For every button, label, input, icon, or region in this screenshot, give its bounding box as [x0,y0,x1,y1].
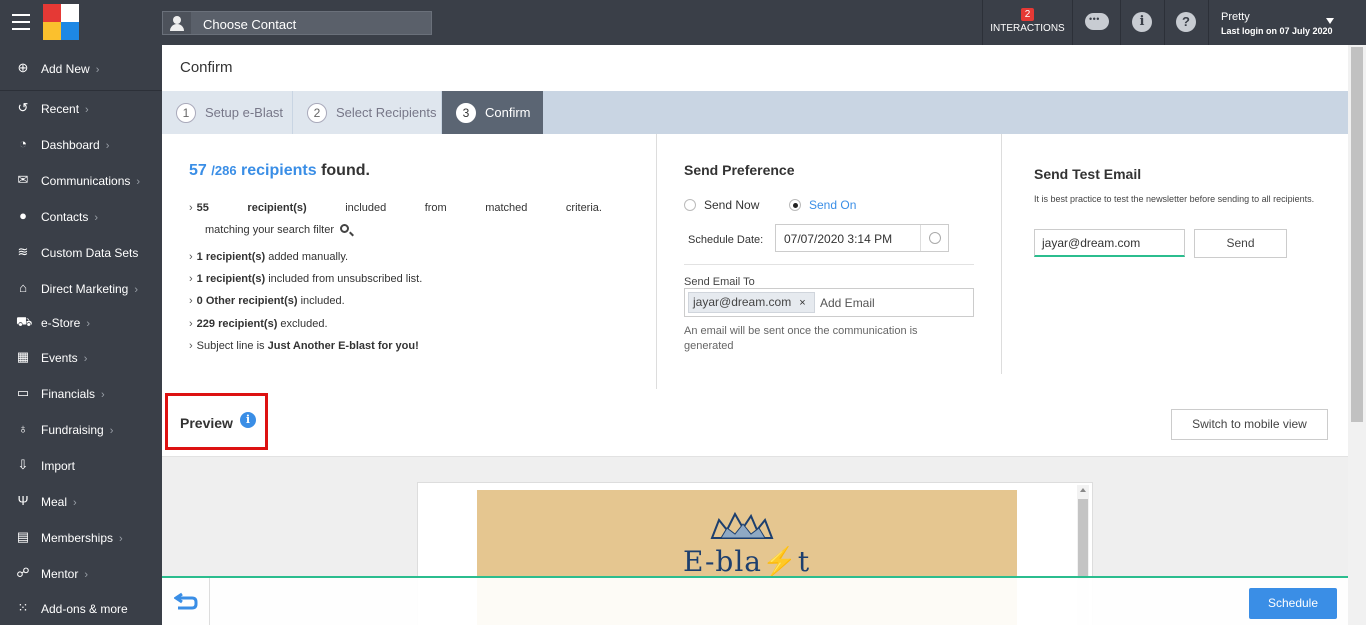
summary-line-filter: matching your search filter [205,224,349,236]
dashboard-icon: ◔ [19,136,27,151]
back-arrow-icon [174,592,198,610]
sidebar-item-custom-data-sets[interactable]: ≋ Custom Data Sets [0,234,162,270]
send-preference-title: Send Preference [684,162,795,178]
send-test-email-panel: Send Test Email It is best practice to t… [1034,166,1334,258]
sidebar-item-memberships[interactable]: ▤ Memberships › [0,519,162,555]
sidebar-item-add-ons[interactable]: ⁙ Add-ons & more [0,590,162,625]
switch-mobile-view-button[interactable]: Switch to mobile view [1171,409,1328,440]
grid-icon: ⁙ [17,600,29,615]
money-bag-icon: ♁ [18,421,28,436]
choose-contact-label: Choose Contact [203,17,297,32]
sidebar-item-import[interactable]: ⇩ Import [0,447,162,483]
top-bar: Choose Contact 2 INTERACTIONS i ? Pretty… [0,0,1366,45]
cart-icon: ⛟ [16,314,33,329]
burst-icon [710,511,774,539]
import-icon: ⇩ [17,457,29,472]
sidebar-item-communications[interactable]: ✉ Communications › [0,162,162,198]
info-icon[interactable]: i [1132,12,1152,32]
history-icon: ↺ [17,100,29,115]
plus-circle-icon: ⊕ [17,60,29,75]
choose-contact-box[interactable]: Choose Contact [162,11,432,35]
sidebar-item-contacts[interactable]: ● Contacts › [0,198,162,234]
email-chip: jayar@dream.com × [688,292,815,313]
summary-line-unsubscribed: › 1 recipient(s) included from unsubscrib… [189,273,423,285]
send-now-radio[interactable]: Send Now [684,198,759,212]
user-icon [163,12,191,34]
main-content: Confirm 1 Setup e-Blast 2 Select Recipie… [162,45,1348,625]
add-email-input[interactable]: Add Email [820,296,875,310]
chevron-down-icon[interactable] [1326,18,1334,24]
database-icon: ≋ [17,244,29,259]
send-on-radio[interactable]: Send On [789,198,856,212]
summary-line-subject: › Subject line is Just Another E-blast fo… [189,340,419,352]
sidebar-item-fundraising[interactable]: ♁ Fundraising › [0,411,162,447]
user-name: Pretty [1221,11,1250,23]
sidebar: ⊕ Add New › ↺ Recent › ◔ Dashboard › ✉ Comm… [0,45,162,625]
mentor-icon: ☍ [16,565,30,580]
summary-line-excluded: › 229 recipient(s) excluded. [189,318,328,330]
back-button[interactable] [162,578,210,625]
menu-icon[interactable] [12,14,30,30]
user-icon: ● [19,208,27,223]
user-menu[interactable]: Pretty Last login on 07 July 2020 [1221,11,1333,36]
footer-bar: Schedule [162,576,1348,625]
schedule-date-label: Schedule Date: [688,234,764,246]
test-email-input[interactable]: jayar@dream.com [1034,229,1185,257]
interactions-badge: 2 [1020,8,1035,21]
calendar-icon: ▦ [16,349,30,364]
eblast-logo-text: E-bla⚡t [683,545,811,578]
sidebar-item-mentor[interactable]: ☍ Mentor › [0,555,162,591]
sidebar-item-financials[interactable]: ▭ Financials › [0,375,162,411]
remove-chip-icon[interactable]: × [799,297,805,309]
sidebar-item-recent[interactable]: ↺ Recent › [0,90,162,126]
help-icon[interactable]: ? [1176,12,1196,32]
send-test-email-title: Send Test Email [1034,166,1142,182]
preview-header: Preview i Switch to mobile view [162,390,1348,457]
sidebar-item-dashboard[interactable]: ◔ Dashboard › [0,126,162,162]
schedule-button[interactable]: Schedule [1249,588,1337,619]
page-title: Confirm [180,59,233,76]
cutlery-icon: Ψ [17,493,29,508]
highlight-box [165,393,268,450]
schedule-date-input[interactable]: 07/07/2020 3:14 PM [775,224,949,252]
home-icon: ⌂ [19,280,27,295]
sidebar-item-meal[interactable]: Ψ Meal › [0,483,162,519]
last-login: Last login on 07 July 2020 [1221,26,1333,36]
interactions-button[interactable]: 2 INTERACTIONS [983,0,1072,45]
test-email-note: It is best practice to test the newslett… [1034,194,1315,204]
sidebar-item-events[interactable]: ▦ Events › [0,339,162,375]
interactions-label: INTERACTIONS [990,23,1065,34]
sidebar-item-direct-marketing[interactable]: ⌂ Direct Marketing › [0,270,162,306]
step-select-recipients[interactable]: 2 Select Recipients [293,91,441,134]
send-email-note: An email will be sent once the communica… [684,325,918,352]
clock-icon[interactable] [920,225,948,251]
send-email-to-field[interactable]: jayar@dream.com × Add Email [684,288,974,317]
recipients-found-heading: 57 /286 recipients found. [189,162,370,179]
send-email-to-label: Send Email To [684,276,755,288]
send-test-button[interactable]: Send [1194,229,1287,258]
app-logo[interactable] [43,4,79,40]
sidebar-item-add-new[interactable]: ⊕ Add New › [0,50,162,86]
page-scrollbar[interactable] [1348,45,1366,625]
id-card-icon: ▤ [16,529,30,544]
wizard-steps: 1 Setup e-Blast 2 Select Recipients 3 Co… [162,91,1348,134]
summary-line-manual: › 1 recipient(s) added manually. [189,251,349,263]
send-preference-panel: Send Preference Send Now Send On Schedul… [684,162,974,352]
recipient-summary: 57 /286 recipients found. › 55 recipient(… [189,162,602,352]
step-setup-eblast[interactable]: 1 Setup e-Blast [162,91,292,134]
summary-line-matched: › 55 recipient(s) included from matched c… [189,202,602,214]
chat-icon[interactable] [1085,13,1109,30]
sidebar-item-e-store[interactable]: ⛟ e-Store › [0,304,162,340]
money-icon: ▭ [16,385,30,400]
summary-line-other: › 0 Other recipient(s) included. [189,295,345,307]
envelope-icon: ✉ [17,172,29,187]
step-confirm[interactable]: 3 Confirm [442,91,543,134]
search-icon[interactable] [340,224,349,233]
